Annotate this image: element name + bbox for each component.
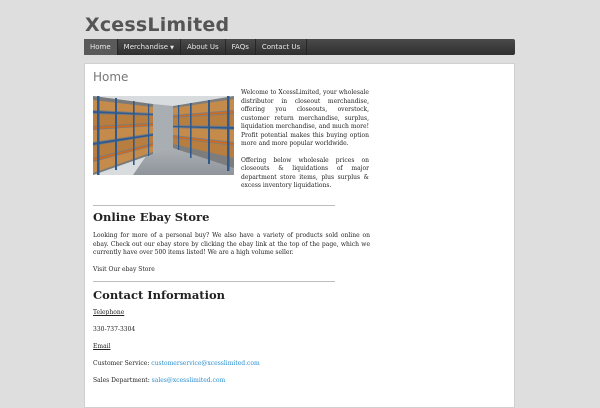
content-area: Home Welcome to XcessLimited, your whole… <box>84 63 515 408</box>
customer-service-email-link[interactable]: customerservice@xcesslimited.com <box>151 360 259 367</box>
ebay-store-link[interactable]: Visit Our ebay Store <box>93 266 155 273</box>
intro-text: Welcome to XcessLimited, your wholesale … <box>241 89 369 199</box>
nav-item-label: Merchandise <box>123 43 169 51</box>
sales-email-link[interactable]: sales@xcesslimited.com <box>152 377 225 384</box>
intro-paragraph: Offering below wholesale prices on close… <box>241 156 369 190</box>
nav-item-home[interactable]: Home <box>84 39 118 55</box>
ebay-heading: Online Ebay Store <box>93 210 210 224</box>
email-label: Email <box>93 343 111 350</box>
main-navigation: Home Merchandise ▼ About Us FAQs Contact … <box>84 39 515 55</box>
telephone-number: 330-737-3304 <box>93 326 136 333</box>
ebay-description: Looking for more of a personal buy? We a… <box>93 232 370 256</box>
site-title[interactable]: XcessLimited <box>85 14 229 36</box>
telephone-label: Telephone <box>93 309 125 316</box>
sales-department-label: Sales Department: <box>93 377 150 384</box>
chevron-down-icon: ▼ <box>170 45 174 51</box>
nav-item-about-us[interactable]: About Us <box>181 39 226 55</box>
intro-paragraph: Welcome to XcessLimited, your wholesale … <box>241 89 369 147</box>
sales-department-row: Sales Department: sales@xcesslimited.com <box>93 377 225 384</box>
divider <box>93 281 335 282</box>
nav-item-contact-us[interactable]: Contact Us <box>256 39 308 55</box>
customer-service-label: Customer Service: <box>93 360 150 367</box>
nav-item-merchandise[interactable]: Merchandise ▼ <box>118 39 181 55</box>
customer-service-row: Customer Service: customerservice@xcessl… <box>93 360 260 367</box>
page-title: Home <box>93 70 129 84</box>
warehouse-shelves-image <box>93 96 234 175</box>
contact-heading: Contact Information <box>93 288 226 302</box>
nav-item-faqs[interactable]: FAQs <box>226 39 256 55</box>
divider <box>93 205 335 206</box>
